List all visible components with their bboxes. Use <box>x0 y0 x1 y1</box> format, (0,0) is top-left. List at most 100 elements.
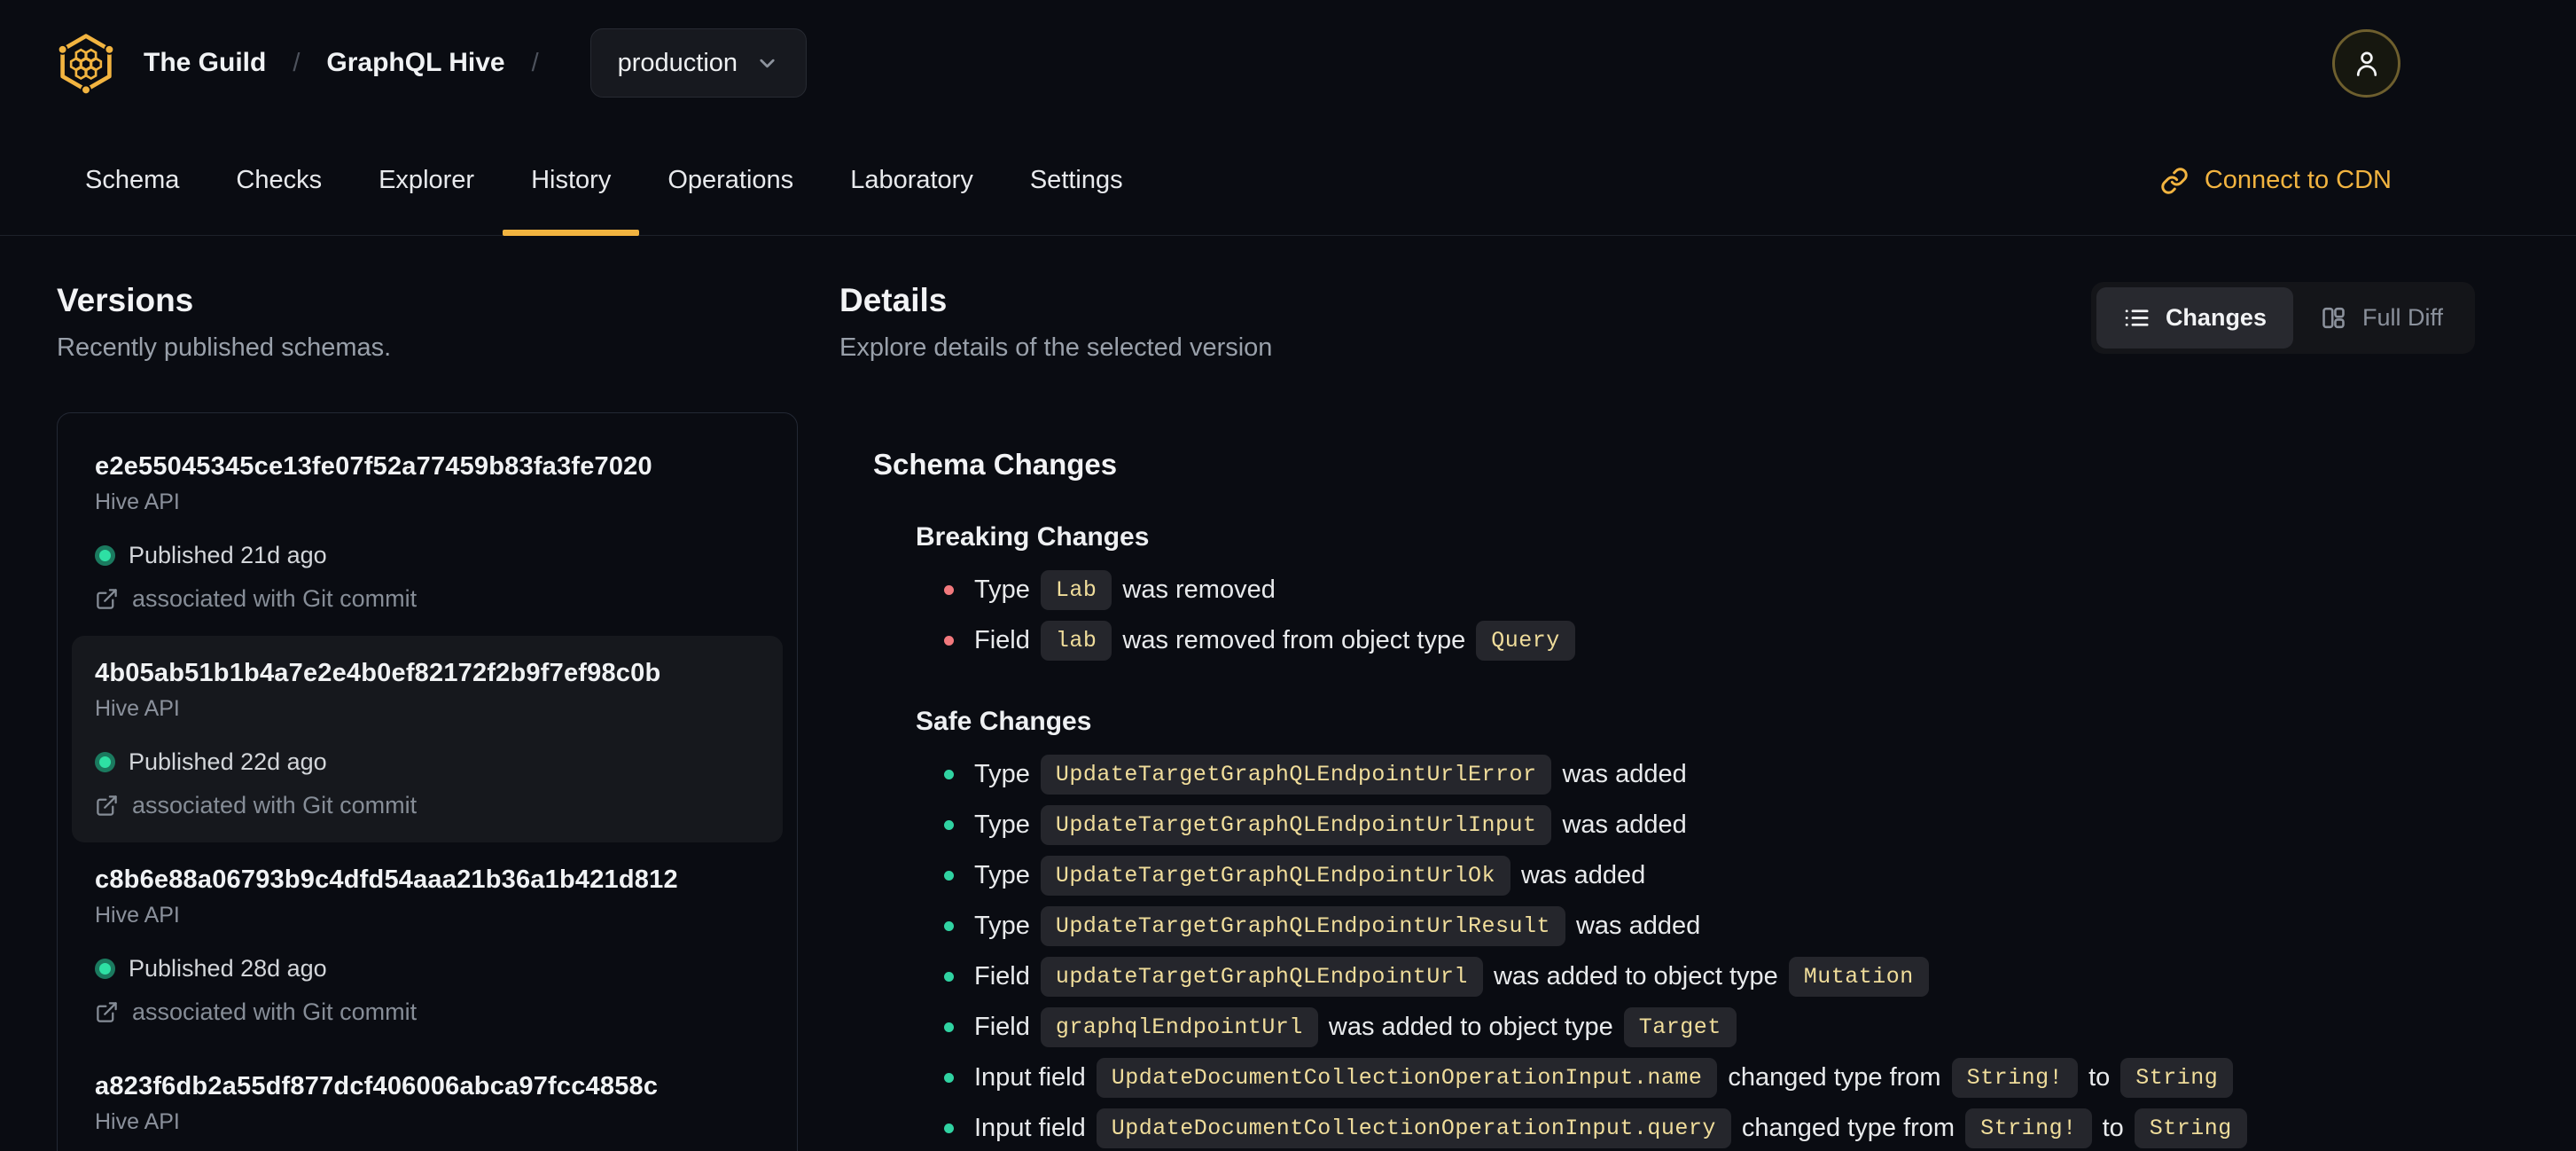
version-status: Published 21d ago <box>95 542 760 569</box>
version-service: Hive API <box>95 696 180 721</box>
tab-settings[interactable]: Settings <box>1002 126 1151 235</box>
change-text: Input field <box>974 1114 1086 1142</box>
breadcrumb: The Guild / GraphQL Hive / <box>144 48 566 78</box>
safe-bullet-icon <box>944 1124 954 1133</box>
change-text: to <box>2102 1114 2124 1142</box>
tabs-list: Schema Checks Explorer History Operations Lab… <box>57 126 1151 236</box>
breaking-bullet-icon <box>944 636 954 646</box>
user-icon <box>2356 51 2377 76</box>
tab-history[interactable]: History <box>503 126 640 236</box>
schema-coordinate-badge: lab <box>1040 621 1112 661</box>
change-row: Field lab was removed from object type Quer… <box>916 615 2576 666</box>
git-commit-link[interactable]: associated with Git commit <box>95 792 760 819</box>
change-text: was added <box>1575 912 1701 940</box>
change-row: Input field UpdateDocumentCollectionOpera… <box>916 1103 2576 1151</box>
tab-explorer[interactable]: Explorer <box>350 126 503 235</box>
change-row: Type UpdateTargetGraphQLEndpointUrlError w… <box>916 749 2576 800</box>
schema-coordinate-badge: String! <box>1951 1058 2079 1098</box>
view-toggle: Changes Full Diff <box>2090 282 2475 354</box>
version-item[interactable]: c8b6e88a06793b9c4dfd54aaa21b36a1b421d812… <box>72 842 783 1049</box>
connect-to-cdn-button[interactable]: Connect to CDN <box>2160 126 2392 235</box>
change-text: to <box>2088 1063 2111 1092</box>
version-service: Hive API <box>95 489 180 514</box>
version-item[interactable]: a823f6db2a55df877dcf406006abca97fcc4858c… <box>72 1049 783 1151</box>
breadcrumb-separator: / <box>293 48 301 77</box>
schema-coordinate-badge: UpdateTargetGraphQLEndpointUrlResult <box>1040 906 1565 946</box>
schema-coordinate-badge: updateTargetGraphQLEndpointUrl <box>1040 957 1483 997</box>
columns-icon <box>2322 307 2345 329</box>
change-row: Type UpdateTargetGraphQLEndpointUrlOk was … <box>916 850 2576 901</box>
version-hash: c8b6e88a06793b9c4dfd54aaa21b36a1b421d812 <box>95 865 678 894</box>
schema-coordinate-badge: UpdateDocumentCollectionOperationInput.q… <box>1096 1108 1731 1148</box>
breaking-changes-title: Breaking Changes <box>916 522 1150 552</box>
tab-schema[interactable]: Schema <box>57 126 207 235</box>
tab-checks[interactable]: Checks <box>207 126 350 235</box>
breadcrumb-project[interactable]: GraphQL Hive <box>326 48 504 78</box>
version-hash: 4b05ab51b1b4a7e2e4b0ef82172f2b9f7ef98c0b <box>95 659 661 687</box>
change-text: Type <box>974 810 1030 839</box>
tab-operations[interactable]: Operations <box>639 126 822 235</box>
safe-bullet-icon <box>944 770 954 779</box>
schema-coordinate-badge: UpdateTargetGraphQLEndpointUrlOk <box>1040 856 1510 896</box>
external-link-icon <box>97 1002 117 1022</box>
change-text: changed type from <box>1728 1063 1941 1092</box>
change-text: was removed from object type <box>1122 626 1466 654</box>
change-row: Type UpdateTargetGraphQLEndpointUrlInput w… <box>916 800 2576 850</box>
schema-coordinate-badge: graphqlEndpointUrl <box>1040 1007 1318 1047</box>
full-diff-view-button[interactable]: Full Diff <box>2293 287 2470 348</box>
published-dot-icon <box>95 959 115 979</box>
graphql-hive-app: The Guild / GraphQL Hive / production Sc… <box>0 0 2576 1151</box>
safe-changes-group: Safe Changes Type UpdateTargetGraphQLEndp… <box>873 707 2576 1151</box>
changes-view-button[interactable]: Changes <box>2096 287 2293 348</box>
versions-panel: Versions Recently published schemas. e2e… <box>57 282 798 1151</box>
schema-coordinate-badge: String <box>2120 1058 2234 1098</box>
schema-coordinate-badge: String <box>2134 1108 2247 1148</box>
schema-coordinate-badge: Lab <box>1040 570 1112 610</box>
change-row: Type UpdateTargetGraphQLEndpointUrlResult… <box>916 901 2576 951</box>
schema-coordinate-badge: String! <box>1965 1108 2092 1148</box>
full-diff-view-label: Full Diff <box>2361 304 2443 331</box>
change-text: Type <box>974 576 1030 604</box>
external-link-icon <box>97 795 117 816</box>
safe-changes-title: Safe Changes <box>916 707 1092 736</box>
git-commit-link[interactable]: associated with Git commit <box>95 585 760 613</box>
breadcrumb-org[interactable]: The Guild <box>144 48 266 78</box>
change-row: Field graphqlEndpointUrl was added to obje… <box>916 1002 2576 1053</box>
version-item[interactable]: 4b05ab51b1b4a7e2e4b0ef82172f2b9f7ef98c0b… <box>72 636 783 842</box>
change-text: was removed <box>1122 576 1276 604</box>
safe-bullet-icon <box>944 1022 954 1032</box>
breaking-bullet-icon <box>944 585 954 595</box>
version-item[interactable]: e2e55045345ce13fe07f52a77459b83fa3fe7020… <box>72 429 783 636</box>
user-menu-button[interactable] <box>2332 28 2400 98</box>
details-heading-block: Details Explore details of the selected … <box>839 282 1272 363</box>
changes-view-label: Changes <box>2165 304 2267 331</box>
change-text: Input field <box>974 1063 1086 1092</box>
target-tab-bar: Schema Checks Explorer History Operations Lab… <box>0 126 2576 236</box>
hive-logo-icon[interactable] <box>57 32 115 94</box>
git-commit-label: associated with Git commit <box>132 998 418 1025</box>
git-commit-label: associated with Git commit <box>132 792 418 818</box>
change-text: Type <box>974 861 1030 889</box>
details-title: Details <box>839 282 948 318</box>
schema-coordinate-badge: Mutation <box>1788 957 1929 997</box>
versions-title: Versions <box>57 282 194 318</box>
change-text: was added to object type <box>1328 1013 1613 1041</box>
safe-bullet-icon <box>944 921 954 931</box>
git-commit-link[interactable]: associated with Git commit <box>95 998 760 1026</box>
version-hash: a823f6db2a55df877dcf406006abca97fcc4858c <box>95 1072 659 1100</box>
schema-changes-title: Schema Changes <box>873 448 1118 481</box>
environment-select[interactable]: production <box>589 28 808 98</box>
schema-coordinate-badge: Target <box>1623 1007 1737 1047</box>
top-bar: The Guild / GraphQL Hive / production <box>0 0 2576 126</box>
tab-laboratory[interactable]: Laboratory <box>822 126 1002 235</box>
versions-subtitle: Recently published schemas. <box>57 333 392 362</box>
published-dot-icon <box>95 752 115 772</box>
version-status: Published 22d ago <box>95 748 760 776</box>
change-text: was added <box>1520 861 1646 889</box>
version-list: e2e55045345ce13fe07f52a77459b83fa3fe7020… <box>57 412 798 1151</box>
change-row: Input field UpdateDocumentCollectionOpera… <box>916 1053 2576 1103</box>
breaking-changes-group: Breaking Changes Type Lab was removed Field… <box>873 522 2576 666</box>
safe-changes-list: Type UpdateTargetGraphQLEndpointUrlError w… <box>916 749 2576 1151</box>
change-row: Field updateTargetGraphQLEndpointUrl was a… <box>916 951 2576 1002</box>
breaking-changes-list: Type Lab was removed Field lab was removed fr… <box>916 565 2576 666</box>
